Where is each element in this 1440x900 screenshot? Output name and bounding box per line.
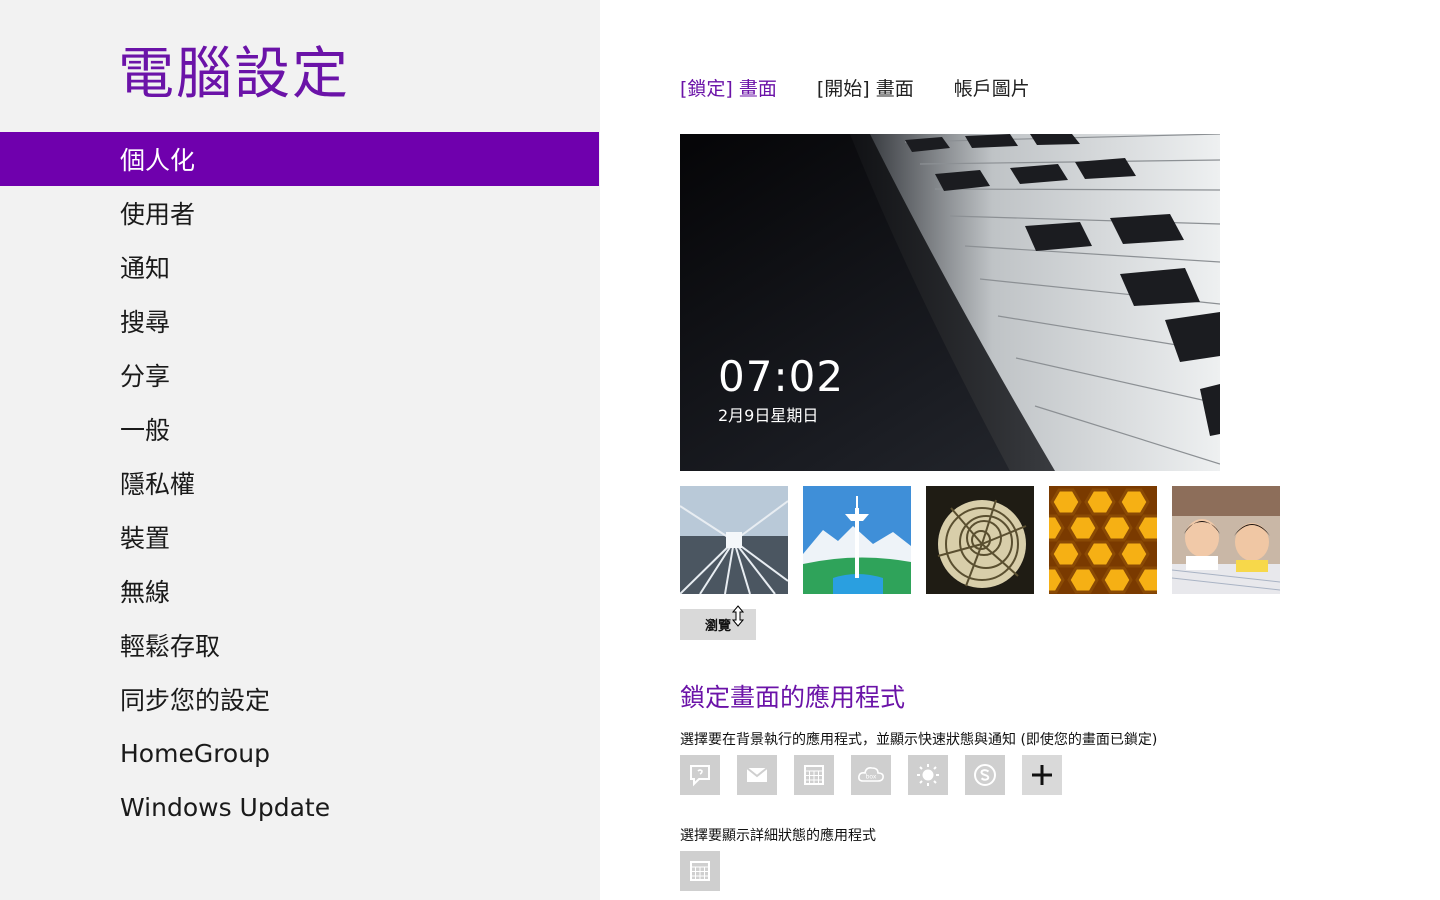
thumbnail-children-photo[interactable] — [1172, 486, 1280, 594]
space-needle-image — [803, 486, 911, 594]
lock-screen-apps-title: 鎖定畫面的應用程式 — [680, 683, 906, 712]
quick-status-slot-calendar[interactable] — [794, 755, 834, 795]
tab-lock-screen[interactable]: [鎖定] 畫面 — [680, 74, 777, 104]
sidebar-item-sync-settings[interactable]: 同步您的設定 — [0, 672, 599, 726]
children-photo-image — [1172, 486, 1280, 594]
sidebar-item-search[interactable]: 搜尋 — [0, 294, 599, 348]
add-icon — [1032, 765, 1052, 785]
quick-status-apps: box — [680, 755, 1079, 795]
resize-cursor-icon — [732, 605, 744, 627]
nautilus-shell-image — [926, 486, 1034, 594]
sidebar-item-personalize[interactable]: 個人化 — [0, 132, 599, 186]
detailed-status-slot-calendar[interactable] — [680, 851, 720, 891]
app-title: 電腦設定 — [118, 42, 350, 107]
detailed-status-description: 選擇要顯示詳細狀態的應用程式 — [680, 828, 876, 844]
thumbnail-honeycomb[interactable] — [1049, 486, 1157, 594]
background-thumbnails — [680, 486, 1295, 594]
honeycomb-image — [1049, 486, 1157, 594]
sidebar-item-share[interactable]: 分享 — [0, 348, 599, 402]
sidebar-item-general[interactable]: 一般 — [0, 402, 599, 456]
sidebar-item-privacy[interactable]: 隱私權 — [0, 456, 599, 510]
sidebar-item-notifications[interactable]: 通知 — [0, 240, 599, 294]
messaging-icon — [690, 765, 710, 787]
svg-text:box: box — [866, 774, 877, 781]
quick-status-slot-mail[interactable] — [737, 755, 777, 795]
lock-screen-date: 2月9日星期日 — [718, 406, 819, 425]
quick-status-slot-skype[interactable] — [965, 755, 1005, 795]
sidebar-item-devices[interactable]: 裝置 — [0, 510, 599, 564]
lock-screen-clock: 07:02 — [718, 352, 845, 401]
sidebar-item-ease-of-access[interactable]: 輕鬆存取 — [0, 618, 599, 672]
sidebar: 電腦設定 個人化 使用者 通知 搜尋 分享 一般 隱私權 裝置 無線 輕鬆存取 … — [0, 0, 600, 900]
box-cloud-icon: box — [858, 767, 884, 782]
tab-bar: [鎖定] 畫面 [開始] 畫面 帳戶圖片 — [680, 74, 1070, 104]
calendar-icon — [804, 765, 824, 785]
mail-icon — [746, 767, 768, 782]
quick-status-add-button[interactable] — [1022, 755, 1062, 795]
thumbnail-nautilus[interactable] — [926, 486, 1034, 594]
thumbnail-space-needle[interactable] — [803, 486, 911, 594]
browse-button[interactable]: 瀏覽 — [680, 609, 756, 640]
tab-start-screen[interactable]: [開始] 畫面 — [817, 74, 914, 104]
thumbnail-motion-tunnel[interactable] — [680, 486, 788, 594]
quick-status-description: 選擇要在背景執行的應用程式，並顯示快速狀態與通知 (即使您的畫面已鎖定) — [680, 732, 1158, 748]
sidebar-item-windows-update[interactable]: Windows Update — [0, 780, 599, 834]
main-panel: [鎖定] 畫面 [開始] 畫面 帳戶圖片 07:02 2月9日星期日 瀏覽 鎖定… — [600, 0, 1440, 900]
sidebar-item-users[interactable]: 使用者 — [0, 186, 599, 240]
lock-screen-preview: 07:02 2月9日星期日 — [680, 134, 1220, 471]
sidebar-item-homegroup[interactable]: HomeGroup — [0, 726, 599, 780]
calendar-icon — [690, 861, 710, 881]
sidebar-item-wireless[interactable]: 無線 — [0, 564, 599, 618]
quick-status-slot-messaging[interactable] — [680, 755, 720, 795]
quick-status-slot-weather[interactable] — [908, 755, 948, 795]
weather-sun-icon — [917, 764, 939, 786]
skype-icon — [974, 764, 996, 786]
quick-status-slot-box[interactable]: box — [851, 755, 891, 795]
sidebar-nav: 個人化 使用者 通知 搜尋 分享 一般 隱私權 裝置 無線 輕鬆存取 同步您的設… — [0, 132, 599, 834]
tab-account-picture[interactable]: 帳戶圖片 — [954, 74, 1030, 104]
motion-tunnel-image — [680, 486, 788, 594]
